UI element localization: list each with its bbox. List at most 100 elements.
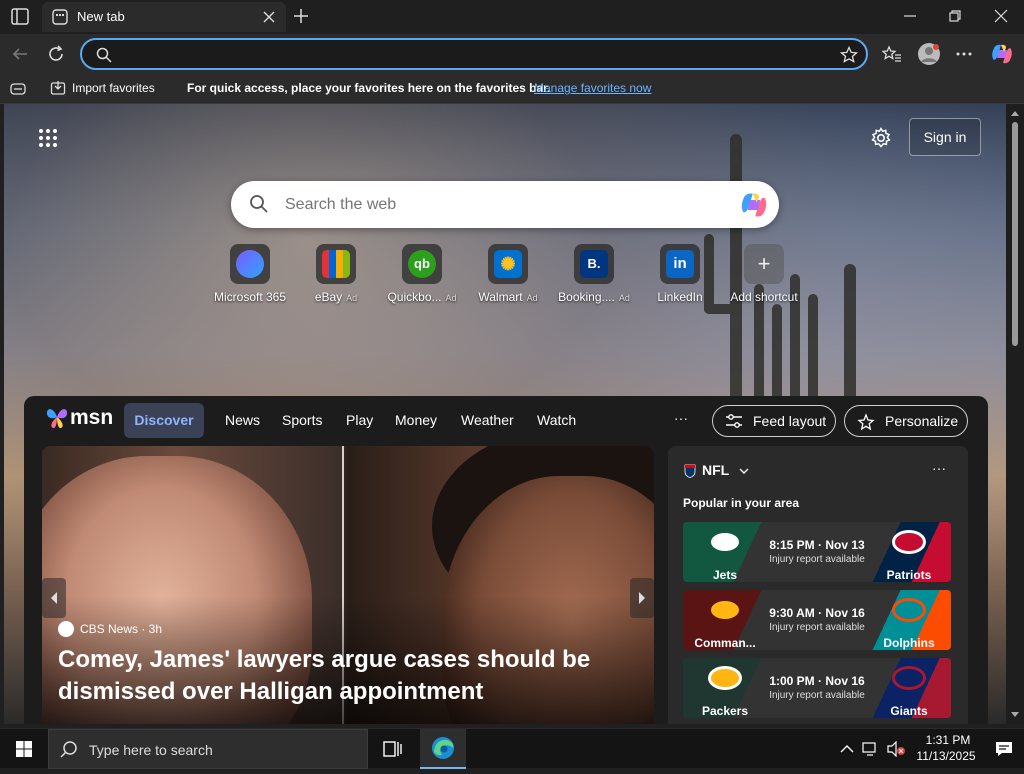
address-bar[interactable] xyxy=(80,38,868,70)
shortcuts-row: Microsoft 365 eBay Ad qb Quickbo... Ad ✺ W… xyxy=(208,244,808,314)
feed-layout-label: Feed layout xyxy=(753,413,827,429)
dolphins-logo-icon xyxy=(892,598,926,622)
taskbar-search-placeholder: Type here to search xyxy=(89,742,213,758)
tab-actions-icon[interactable] xyxy=(8,6,32,28)
web-search-box[interactable] xyxy=(231,181,779,228)
web-search-input[interactable] xyxy=(285,193,705,217)
story-source: CBS News · 3h xyxy=(58,621,163,638)
walmart-icon: ✺ xyxy=(494,250,522,278)
task-view-button[interactable] xyxy=(372,729,412,769)
home-team-name: Jets xyxy=(712,568,738,582)
carousel-previous-button[interactable] xyxy=(42,578,66,618)
scroll-down-arrow-icon[interactable] xyxy=(1006,709,1024,721)
minimize-icon[interactable] xyxy=(902,8,918,24)
collapse-bar-icon[interactable] xyxy=(10,82,26,99)
new-tab-icon xyxy=(52,9,68,25)
home-team-name: Packers xyxy=(701,704,749,718)
clock-time[interactable]: 1:31 PM xyxy=(918,733,978,747)
tab-weather[interactable]: Weather xyxy=(461,412,514,428)
game-row[interactable]: Comman... Dolphins 9:30 AM · Nov 16 Inju… xyxy=(683,590,951,650)
msn-wordmark: msn xyxy=(70,406,114,429)
restore-icon[interactable] xyxy=(947,8,963,24)
story-headline[interactable]: Comey, James' lawyers argue cases should… xyxy=(58,644,618,708)
shortcut-walmart[interactable]: ✺ Walmart Ad xyxy=(466,244,550,314)
tab-watch[interactable]: Watch xyxy=(537,412,576,428)
shortcut-tile: B. xyxy=(574,244,614,284)
tab-discover[interactable]: Discover xyxy=(124,403,204,438)
new-tab-button[interactable] xyxy=(293,8,309,24)
sparkle-star-icon xyxy=(857,413,875,431)
tab-money[interactable]: Money xyxy=(395,412,437,428)
shortcut-ebay[interactable]: eBay Ad xyxy=(294,244,378,314)
shortcut-tile: ✺ xyxy=(488,244,528,284)
close-window-icon[interactable] xyxy=(993,8,1009,24)
navigation-bar xyxy=(0,34,1024,74)
nfl-card-header[interactable]: NFL xyxy=(684,462,749,479)
profile-avatar[interactable] xyxy=(917,42,941,66)
feed-layout-button[interactable]: Feed layout xyxy=(712,405,836,437)
page-scrollbar[interactable] xyxy=(1006,104,1024,724)
address-input[interactable] xyxy=(118,43,818,65)
tab-news[interactable]: News xyxy=(225,412,260,428)
scrollbar-thumb[interactable] xyxy=(1012,122,1018,346)
search-icon xyxy=(96,47,112,63)
game-row[interactable]: Jets Patriots 8:15 PM · Nov 13 Injury re… xyxy=(683,522,951,582)
nfl-league-label: NFL xyxy=(702,462,729,478)
shortcut-quickbooks[interactable]: qb Quickbo... Ad xyxy=(380,244,464,314)
nfl-scores-card: NFL ··· Popular in your area Jets Patrio… xyxy=(668,446,968,724)
sign-in-button[interactable]: Sign in xyxy=(909,118,981,156)
apps-grid-icon[interactable] xyxy=(38,128,58,148)
volume-muted-icon[interactable] xyxy=(886,741,906,757)
copilot-icon[interactable] xyxy=(990,42,1014,66)
ebay-icon xyxy=(322,250,350,278)
shortcut-microsoft-365[interactable]: Microsoft 365 xyxy=(208,244,292,314)
personalize-button[interactable]: Personalize xyxy=(844,405,968,437)
import-favorites-link[interactable]: Import favorites xyxy=(72,81,155,95)
manage-favorites-link[interactable]: Manage favorites now xyxy=(534,81,651,95)
tab-play[interactable]: Play xyxy=(346,412,373,428)
gear-icon[interactable] xyxy=(870,127,892,149)
clock-date[interactable]: 11/13/2025 xyxy=(906,749,986,763)
close-tab-icon[interactable] xyxy=(262,10,276,24)
feed-more-button[interactable]: ··· xyxy=(674,410,688,426)
tab-new-tab[interactable]: New tab xyxy=(42,2,286,32)
cbs-news-logo-icon xyxy=(58,621,74,637)
game-time: 1:00 PM · Nov 16 xyxy=(769,674,865,688)
taskbar-search-box[interactable]: Type here to search xyxy=(48,729,368,769)
edge-logo-icon xyxy=(432,737,454,759)
story-source-text: CBS News · 3h xyxy=(80,622,163,637)
msn-logo[interactable]: msn xyxy=(44,404,116,434)
shortcut-tile: qb xyxy=(402,244,442,284)
hero-story-card[interactable]: CBS News · 3h Comey, James' lawyers argu… xyxy=(42,446,654,724)
notifications-icon[interactable] xyxy=(994,740,1014,758)
tab-sports[interactable]: Sports xyxy=(282,412,322,428)
more-options-icon[interactable] xyxy=(954,44,974,64)
edge-taskbar-button[interactable] xyxy=(420,729,466,769)
scroll-up-arrow-icon[interactable] xyxy=(1006,107,1024,119)
copilot-icon[interactable] xyxy=(739,190,769,220)
network-icon[interactable] xyxy=(862,741,880,757)
nfl-more-button[interactable]: ··· xyxy=(932,460,946,476)
shortcut-label: eBay Ad xyxy=(314,290,358,304)
tab-title: New tab xyxy=(77,9,125,24)
search-icon xyxy=(60,741,77,758)
nfl-shield-icon xyxy=(684,464,696,479)
favorite-star-icon[interactable] xyxy=(839,45,859,64)
favorites-icon[interactable] xyxy=(881,44,902,64)
add-shortcut-button[interactable]: + Add shortcut xyxy=(722,244,806,314)
carousel-next-button[interactable] xyxy=(630,578,654,618)
game-row[interactable]: Packers Giants 1:00 PM · Nov 16 Injury r… xyxy=(683,658,951,718)
game-time: 9:30 AM · Nov 16 xyxy=(769,606,865,620)
refresh-icon[interactable] xyxy=(46,44,66,64)
shortcut-label: LinkedIn xyxy=(657,290,703,304)
commanders-logo-icon xyxy=(708,598,742,622)
back-arrow-icon[interactable] xyxy=(10,44,30,64)
shortcut-tile: in xyxy=(660,244,700,284)
import-favorites-icon[interactable] xyxy=(50,80,66,99)
search-icon xyxy=(249,194,269,214)
start-button[interactable] xyxy=(0,729,48,769)
chevron-up-icon[interactable] xyxy=(840,744,854,754)
chevron-down-icon xyxy=(739,468,749,474)
shortcut-linkedin[interactable]: in LinkedIn xyxy=(638,244,722,314)
shortcut-booking[interactable]: B. Booking.... Ad xyxy=(552,244,636,314)
